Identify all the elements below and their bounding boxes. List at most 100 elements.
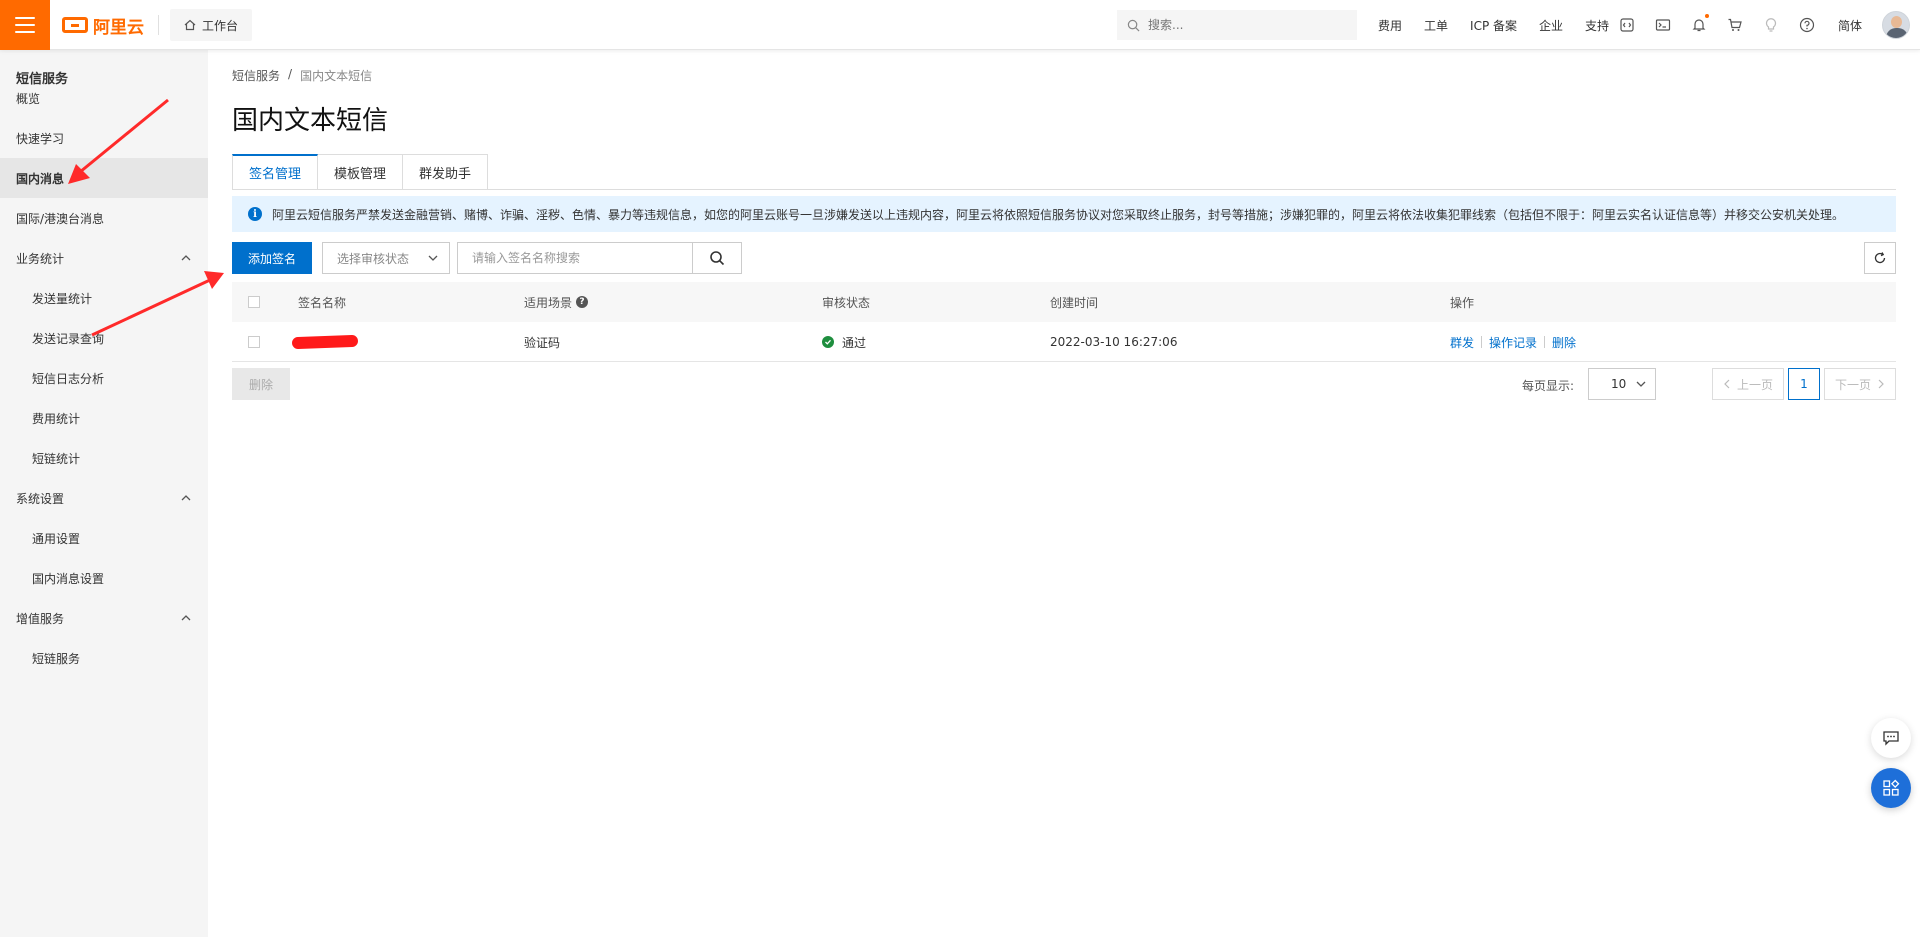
status-select-placeholder: 选择审核状态 [337,251,410,266]
breadcrumb-current: 国内文本短信 [300,69,373,83]
language-switch[interactable]: 简体 [1838,17,1862,34]
page-title: 国内文本短信 [232,106,389,136]
tab-bulk-send[interactable]: 群发助手 [403,154,489,190]
nav-billing[interactable]: 费用 [1378,17,1402,34]
table-row: 验证码 通过 2022-03-10 16:27:06 群发 操作记录 删除 [232,322,1896,362]
page-number-current[interactable]: 1 [1787,368,1820,400]
chevron-down-icon [1636,381,1646,387]
tabs: 签名管理 模板管理 群发助手 [232,154,489,190]
tab-signature[interactable]: 签名管理 [232,154,319,190]
global-search-input[interactable] [1148,18,1328,32]
sidebar-item-label: 短链统计 [32,451,81,466]
nav-icp[interactable]: ICP 备案 [1470,17,1517,34]
column-header: 操作 [1450,295,1475,310]
sidebar-item-label: 费用统计 [32,411,81,426]
sidebar-item-domestic-settings[interactable]: 国内消息设置 [0,558,208,598]
column-header: 创建时间 [1050,295,1099,310]
bell-icon[interactable] [1690,14,1709,34]
sidebar-item-shortlink-service[interactable]: 短链服务 [0,638,208,678]
compliance-notice: i 阿里云短信服务严禁发送金融营销、赌博、诈骗、淫秽、色情、暴力等违规信息，如您… [232,196,1896,232]
prev-page-label: 上一页 [1736,377,1773,392]
next-page-button[interactable]: 下一页 [1823,368,1896,400]
nav-ticket[interactable]: 工单 [1424,17,1448,34]
refresh-icon [1874,252,1886,264]
sidebar-item-cost-stats[interactable]: 费用统计 [0,398,208,438]
page-size-label: 每页显示: [1522,379,1575,393]
top-nav-icons [1618,0,1816,50]
sidebar-item-label: 快速学习 [16,131,65,146]
question-icon[interactable]: ? [576,296,589,308]
refresh-button[interactable] [1864,242,1896,274]
sidebar-item-international[interactable]: 国际/港澳台消息 [0,198,208,238]
tab-template[interactable]: 模板管理 [318,154,404,190]
sidebar-item-send-records[interactable]: 发送记录查询 [0,318,208,358]
pagination: 上一页 1 下一页 [1711,368,1896,400]
signature-name-redacted [291,322,359,362]
help-icon[interactable] [1798,16,1816,34]
chevron-left-icon [1724,379,1730,389]
column-header: 签名名称 [298,295,347,310]
table-footer: 删除 每页显示: 10 上一页 1 下一页 [232,368,1896,400]
sidebar-item-overview[interactable]: 概览 [0,78,208,118]
nav-enterprise[interactable]: 企业 [1539,17,1563,34]
feedback-chat-button[interactable] [1871,718,1911,758]
search-icon [1127,19,1140,31]
add-signature-button[interactable]: 添加签名 [232,242,313,274]
sidebar-item-label: 业务统计 [16,251,65,266]
user-avatar[interactable] [1882,11,1910,39]
bulk-send-link[interactable]: 群发 [1450,334,1474,351]
sidebar-item-send-volume[interactable]: 发送量统计 [0,278,208,318]
row-actions: 群发 操作记录 删除 [1450,322,1576,362]
chevron-up-icon [181,615,191,621]
sidebar-item-label: 国内消息 [16,171,65,186]
sidebar-item-general-settings[interactable]: 通用设置 [0,518,208,558]
sidebar-item-log-analysis[interactable]: 短信日志分析 [0,358,208,398]
delete-link[interactable]: 删除 [1552,334,1576,351]
prev-page-button[interactable]: 上一页 [1711,368,1784,400]
check-circle-icon [822,336,834,348]
signature-search-input[interactable] [457,242,693,274]
header-checkbox-cell [248,282,260,322]
breadcrumb: 短信服务 / 国内文本短信 [232,67,372,84]
status-select[interactable]: 选择审核状态 [322,242,450,274]
select-all-checkbox[interactable] [248,296,260,308]
column-header: 适用场景 [524,295,573,310]
breadcrumb-sms[interactable]: 短信服务 [232,67,280,84]
sidebar-item-shortlink-stats[interactable]: 短链统计 [0,438,208,478]
top-nav-links: 费用 工单 ICP 备案 企业 支持 [1378,0,1609,50]
sidebar-item-label: 发送量统计 [32,291,93,306]
sidebar-group-statistics[interactable]: 业务统计 [0,238,208,278]
main-content: 短信服务 / 国内文本短信 国内文本短信 签名管理 模板管理 群发助手 i 阿里… [208,50,1920,937]
apps-button[interactable] [1871,768,1911,808]
nav-support[interactable]: 支持 [1585,17,1609,34]
page-size-select[interactable]: 10 [1588,368,1656,400]
cart-icon[interactable] [1726,16,1744,34]
workbench-button[interactable]: 工作台 [170,9,253,41]
lightbulb-icon[interactable] [1762,16,1780,34]
sidebar-item-label: 短链服务 [32,651,81,666]
batch-delete-button[interactable]: 删除 [232,368,290,400]
tabs-divider [232,189,1896,190]
hamburger-icon [15,17,35,33]
brand-name: 阿里云 [93,17,144,38]
sidebar-item-label: 发送记录查询 [32,331,105,346]
sidebar-group-settings[interactable]: 系统设置 [0,478,208,518]
search-icon [710,251,725,266]
action-separator [1481,336,1483,348]
menu-button[interactable] [0,0,50,50]
global-search[interactable] [1117,10,1357,40]
row-checkbox[interactable] [248,336,260,348]
chevron-up-icon [181,255,191,261]
sidebar-group-value-added[interactable]: 增值服务 [0,598,208,638]
aliyun-logo[interactable]: 阿里云 [62,13,144,38]
workbench-label: 工作台 [202,18,239,33]
sidebar-item-quick-learn[interactable]: 快速学习 [0,118,208,158]
terminal-icon[interactable] [1654,16,1672,34]
code-icon[interactable] [1618,16,1636,34]
divider [158,15,159,35]
operation-log-link[interactable]: 操作记录 [1489,334,1537,351]
sidebar-item-domestic[interactable]: 国内消息 [0,158,208,198]
sidebar-item-label: 概览 [16,91,41,106]
sidebar-item-label: 国际/港澳台消息 [16,211,105,226]
search-button[interactable] [692,242,742,274]
